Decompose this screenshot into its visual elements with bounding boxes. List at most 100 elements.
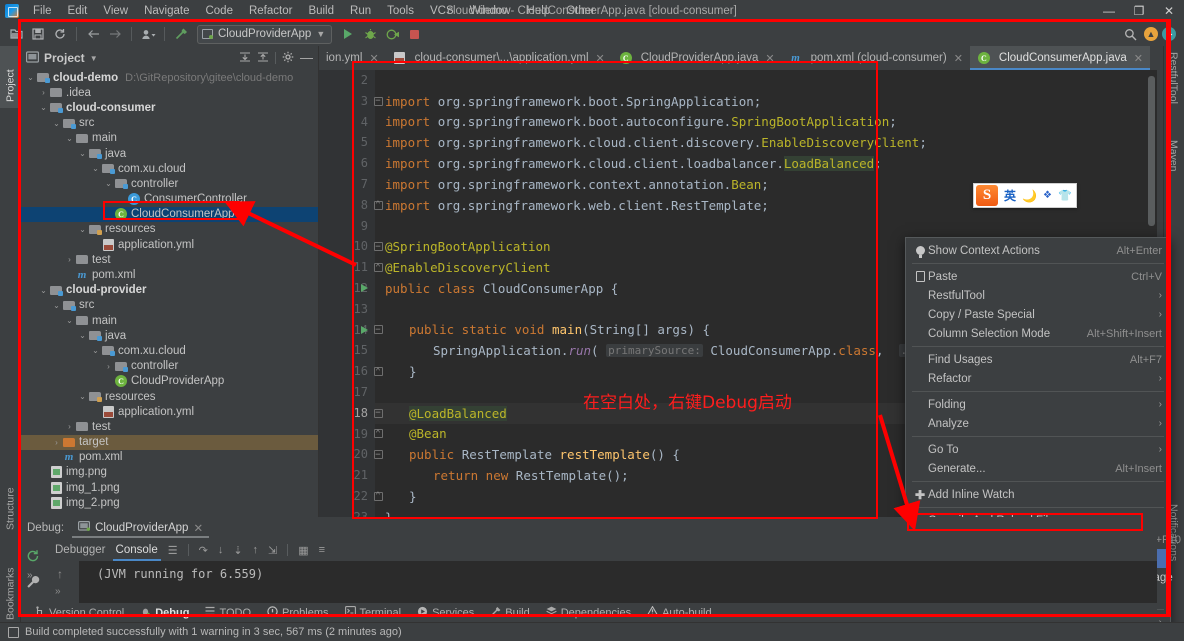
tree-node[interactable]: C ConsumerController — [21, 192, 318, 207]
tree-node[interactable]: C CloudProviderApp — [21, 374, 318, 389]
code-fold-marker[interactable]: ⌃ — [371, 486, 385, 507]
menu-item-code[interactable]: Code — [197, 2, 241, 20]
chevron-down-icon[interactable]: ▼ — [90, 54, 98, 63]
moon-icon[interactable]: 🌙 — [1022, 189, 1037, 203]
minimize-button[interactable]: — — [1094, 0, 1124, 22]
close-icon[interactable]: ✕ — [596, 52, 605, 65]
step-into-icon[interactable]: ↓ — [218, 544, 224, 556]
back-arrow-icon[interactable] — [83, 24, 103, 44]
context-menu-item[interactable]: Analyze › — [906, 414, 1170, 433]
menu-item-other[interactable]: Other — [558, 2, 603, 20]
run-to-cursor-icon[interactable]: ⇲ — [268, 544, 277, 557]
tree-expand-arrow[interactable]: › — [103, 362, 114, 371]
expand-console-icon[interactable]: » — [55, 586, 61, 597]
tree-expand-arrow[interactable]: ⌄ — [25, 73, 36, 82]
tree-node[interactable]: img_1.png — [21, 480, 318, 495]
close-icon[interactable]: ✕ — [954, 52, 963, 65]
sidebar-item-structure[interactable]: Structure — [0, 464, 21, 536]
sidebar-item-maven[interactable]: Maven — [1163, 134, 1184, 186]
menu-item-tools[interactable]: Tools — [379, 2, 422, 20]
sogou-ime-toolbar[interactable]: S 英 🌙 ❖ 👕 — [973, 183, 1077, 208]
context-menu-item[interactable]: Paste Ctrl+V — [906, 267, 1170, 286]
code-fold-marker[interactable]: ⌃ — [371, 257, 385, 278]
console-output[interactable]: (JVM running for 6.559) — [79, 561, 1157, 603]
tree-node[interactable]: img_2.png — [21, 495, 318, 510]
tree-node[interactable]: ⌄ java — [21, 146, 318, 161]
skin-icon[interactable]: 👕 — [1058, 189, 1072, 202]
editor-tab[interactable]: C CloudConsumerApp.java ✕ — [969, 46, 1151, 70]
editor-tab[interactable]: C CloudProviderApp.java ✕ — [612, 46, 782, 70]
tree-node[interactable]: › test — [21, 252, 318, 267]
expand-rail-icon[interactable]: » — [27, 570, 33, 581]
menu-item-vcs[interactable]: VCS — [422, 2, 462, 20]
tree-expand-arrow[interactable]: ⌄ — [51, 301, 62, 310]
context-menu-item[interactable]: ✚ Add Inline Watch — [906, 485, 1170, 504]
search-icon[interactable] — [1120, 24, 1140, 44]
code-fold-marker[interactable]: − — [371, 444, 385, 465]
code-fold-marker[interactable]: ⌃ — [371, 195, 385, 216]
gear-icon[interactable] — [282, 51, 294, 66]
stop-button[interactable] — [404, 24, 424, 44]
tree-node[interactable]: ⌄ src — [21, 298, 318, 313]
menu-item-run[interactable]: Run — [342, 2, 379, 20]
context-menu-item[interactable]: Show Context Actions Alt+Enter — [906, 241, 1170, 260]
tree-expand-arrow[interactable]: › — [38, 88, 49, 97]
bottom-tab-todo[interactable]: TODO — [197, 603, 259, 622]
evaluate-icon[interactable]: ▦ — [298, 544, 308, 557]
ide-icon[interactable] — [1162, 27, 1176, 41]
hide-panel-icon[interactable]: — — [300, 51, 313, 64]
tree-node[interactable]: C CloudConsumerApp — [21, 206, 318, 222]
open-folder-icon[interactable] — [6, 24, 26, 44]
tree-expand-arrow[interactable]: ⌄ — [51, 119, 62, 128]
tree-expand-arrow[interactable]: ⌄ — [64, 134, 75, 143]
debug-session-tab[interactable]: CloudProviderApp ✕ — [72, 518, 210, 538]
tree-expand-arrow[interactable]: ⌄ — [64, 316, 75, 325]
tree-node[interactable]: ⌄ src — [21, 116, 318, 131]
editor-tab[interactable]: ion.yml ✕ — [319, 46, 386, 70]
collapse-all-icon[interactable] — [257, 51, 269, 66]
user-icon[interactable] — [138, 24, 158, 44]
tree-node[interactable]: application.yml — [21, 237, 318, 252]
menu-item-window[interactable]: Window — [462, 2, 519, 20]
tree-node[interactable]: › .idea — [21, 85, 318, 100]
code-line[interactable]: 3− import org.springframework.boot.Spring… — [361, 91, 1157, 112]
ime-mode-label[interactable]: 英 — [1004, 187, 1016, 204]
tree-node[interactable]: m pom.xml — [21, 450, 318, 465]
tree-node[interactable]: ⌄ com.xu.cloud — [21, 343, 318, 358]
bottom-tab-build[interactable]: Build — [482, 603, 537, 622]
context-menu-item[interactable]: Copy / Paste Special › — [906, 305, 1170, 324]
scroll-up-icon[interactable]: ↑ — [57, 567, 63, 581]
tree-node[interactable]: ⌄ resources — [21, 389, 318, 404]
bottom-tab-auto-build[interactable]: Auto-build — [639, 603, 720, 622]
tree-expand-arrow[interactable]: ⌄ — [77, 225, 88, 234]
tree-node[interactable]: ⌄ com.xu.cloud — [21, 161, 318, 176]
maximize-button[interactable]: ❐ — [1124, 0, 1154, 22]
menu-item-navigate[interactable]: Navigate — [136, 2, 197, 20]
tree-node[interactable]: m pom.xml — [21, 267, 318, 282]
close-icon[interactable]: ✕ — [1134, 52, 1143, 65]
context-menu-item[interactable]: RestfulTool › — [906, 286, 1170, 305]
tab-debugger[interactable]: Debugger — [55, 544, 106, 556]
menu-item-help[interactable]: Help — [519, 2, 559, 20]
sidebar-item-project[interactable]: Project — [0, 46, 21, 108]
editor-tab[interactable]: CProviderController.j✕ — [1150, 46, 1157, 70]
tree-node[interactable]: › test — [21, 419, 318, 434]
tree-node[interactable]: ⌄ cloud-demo D:\GitRepository\gitee\cloud-… — [21, 70, 318, 85]
bottom-tab-version-control[interactable]: Version Control — [27, 603, 132, 622]
tree-expand-arrow[interactable]: ⌄ — [103, 179, 114, 188]
tree-node[interactable]: img.png — [21, 465, 318, 480]
editor-scrollbar-thumb[interactable] — [1148, 76, 1155, 226]
tree-node[interactable]: ⌄ main — [21, 131, 318, 146]
bottom-tab-terminal[interactable]: Terminal — [337, 603, 410, 622]
save-icon[interactable] — [28, 24, 48, 44]
close-button[interactable]: ✕ — [1154, 0, 1184, 22]
run-configuration-selector[interactable]: CloudProviderApp ▼ — [197, 24, 333, 44]
code-line[interactable]: 2 — [361, 70, 1157, 91]
menu-item-edit[interactable]: Edit — [60, 2, 96, 20]
forward-arrow-icon[interactable] — [105, 24, 125, 44]
bottom-tool-tabs[interactable]: Version Control Debug TODO Problems Terminal… — [21, 603, 1157, 622]
tree-node[interactable]: ⌄ java — [21, 328, 318, 343]
tree-expand-arrow[interactable]: ⌄ — [77, 331, 88, 340]
tree-expand-arrow[interactable]: ⌄ — [38, 103, 49, 112]
code-fold-marker[interactable]: − — [371, 91, 385, 112]
